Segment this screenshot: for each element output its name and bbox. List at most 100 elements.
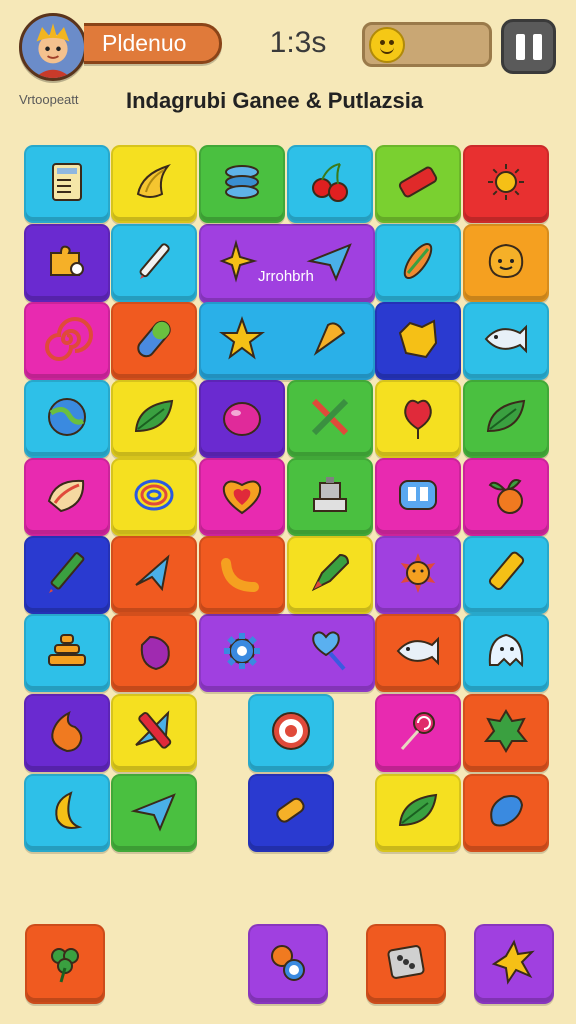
board-tile[interactable] xyxy=(248,694,334,772)
board-tile[interactable] xyxy=(375,224,461,302)
board-tile[interactable] xyxy=(24,145,110,223)
board-tile[interactable] xyxy=(24,302,110,380)
board-tile[interactable] xyxy=(463,380,549,458)
leaf-icon xyxy=(128,391,180,447)
board-tile[interactable] xyxy=(111,536,197,614)
capsule-icon xyxy=(128,313,180,369)
board-tile[interactable] xyxy=(287,536,373,614)
board-tile[interactable] xyxy=(287,614,373,692)
board-tile[interactable] xyxy=(287,302,373,380)
fish-icon xyxy=(392,625,444,681)
smiley-icon xyxy=(369,26,405,63)
board-tile[interactable] xyxy=(111,694,197,772)
cone-icon xyxy=(304,313,356,369)
gear-icon xyxy=(216,625,268,681)
lollipop-icon xyxy=(392,705,444,761)
board-tile[interactable] xyxy=(199,614,285,692)
board-tile[interactable] xyxy=(111,145,197,223)
board-tile[interactable] xyxy=(199,458,285,536)
heart-icon xyxy=(216,469,268,525)
board-tile[interactable] xyxy=(199,302,285,380)
board-tile[interactable] xyxy=(24,694,110,772)
orb-icon xyxy=(216,391,268,447)
sun-creature-icon xyxy=(392,547,444,603)
board-tile[interactable] xyxy=(375,774,461,852)
ring-stack-icon xyxy=(216,156,268,212)
board-tile[interactable] xyxy=(111,774,197,852)
star-splat-icon xyxy=(488,936,540,992)
frame-icon xyxy=(392,469,444,525)
fish-icon xyxy=(480,313,532,369)
game-timer: 1:3s xyxy=(269,26,327,59)
paper-plane-icon xyxy=(128,785,180,841)
jar-icon xyxy=(128,625,180,681)
pipe-icon xyxy=(216,547,268,603)
board-tile[interactable] xyxy=(375,302,461,380)
target-icon xyxy=(265,705,317,761)
fruit-icon xyxy=(480,469,532,525)
board-tile[interactable] xyxy=(24,458,110,536)
mood-progress-bar xyxy=(362,22,492,67)
surfboard-icon xyxy=(392,235,444,291)
board-tile[interactable] xyxy=(24,774,110,852)
shell-icon xyxy=(41,469,93,525)
board-tile[interactable] xyxy=(111,302,197,380)
board-tile[interactable] xyxy=(463,694,549,772)
board-tile[interactable] xyxy=(287,458,373,536)
board-tile[interactable] xyxy=(111,224,197,302)
pencil-icon xyxy=(128,235,180,291)
board-tile[interactable] xyxy=(375,380,461,458)
balloon-icon xyxy=(392,391,444,447)
board-tile[interactable] xyxy=(111,614,197,692)
board-tile[interactable] xyxy=(111,380,197,458)
crossed-arrow-icon xyxy=(128,705,180,761)
dice-pair-icon xyxy=(262,936,314,992)
bean-icon xyxy=(480,785,532,841)
board-tile[interactable] xyxy=(375,536,461,614)
board-tile[interactable] xyxy=(199,536,285,614)
pause-button[interactable] xyxy=(501,19,556,74)
blob-face-icon xyxy=(480,235,532,291)
board-tile[interactable] xyxy=(463,458,549,536)
tray-slot[interactable] xyxy=(366,924,446,1004)
board-tile[interactable] xyxy=(375,614,461,692)
sun-icon xyxy=(480,156,532,212)
globe-icon xyxy=(41,391,93,447)
moon-icon xyxy=(41,785,93,841)
board-tile[interactable] xyxy=(463,774,549,852)
board-tile[interactable] xyxy=(463,145,549,223)
subtitle-left: Vrtoopeatt xyxy=(19,92,79,107)
notepad-icon xyxy=(41,156,93,212)
puzzle-icon xyxy=(41,235,93,291)
tray-slot[interactable] xyxy=(474,924,554,1004)
board-tile[interactable] xyxy=(287,380,373,458)
rocket-icon xyxy=(304,547,356,603)
board-tile[interactable] xyxy=(463,536,549,614)
player-name: Pldenuo xyxy=(84,23,222,64)
board-tile[interactable] xyxy=(24,614,110,692)
board-tile[interactable] xyxy=(287,145,373,223)
board-tile[interactable] xyxy=(199,145,285,223)
tray-slot[interactable] xyxy=(25,924,105,1004)
board-tile[interactable] xyxy=(463,224,549,302)
board-tile[interactable] xyxy=(375,145,461,223)
tray-slot[interactable] xyxy=(248,924,328,1004)
board-tile[interactable] xyxy=(24,380,110,458)
board-tile[interactable] xyxy=(463,614,549,692)
cherries-icon xyxy=(304,156,356,212)
banana-icon xyxy=(128,156,180,212)
board-tile[interactable] xyxy=(199,224,285,302)
player-avatar[interactable] xyxy=(19,13,87,81)
marker-icon xyxy=(480,547,532,603)
board-tile[interactable] xyxy=(375,458,461,536)
coil-icon xyxy=(128,469,180,525)
board-tile[interactable] xyxy=(24,224,110,302)
board-tile[interactable] xyxy=(248,774,334,852)
board-tile[interactable] xyxy=(111,458,197,536)
board-tile[interactable] xyxy=(24,536,110,614)
board-tile[interactable] xyxy=(375,694,461,772)
pause-icon xyxy=(515,33,525,60)
board-tile[interactable] xyxy=(463,302,549,380)
board-tile[interactable] xyxy=(287,224,373,302)
board-tile[interactable] xyxy=(199,380,285,458)
